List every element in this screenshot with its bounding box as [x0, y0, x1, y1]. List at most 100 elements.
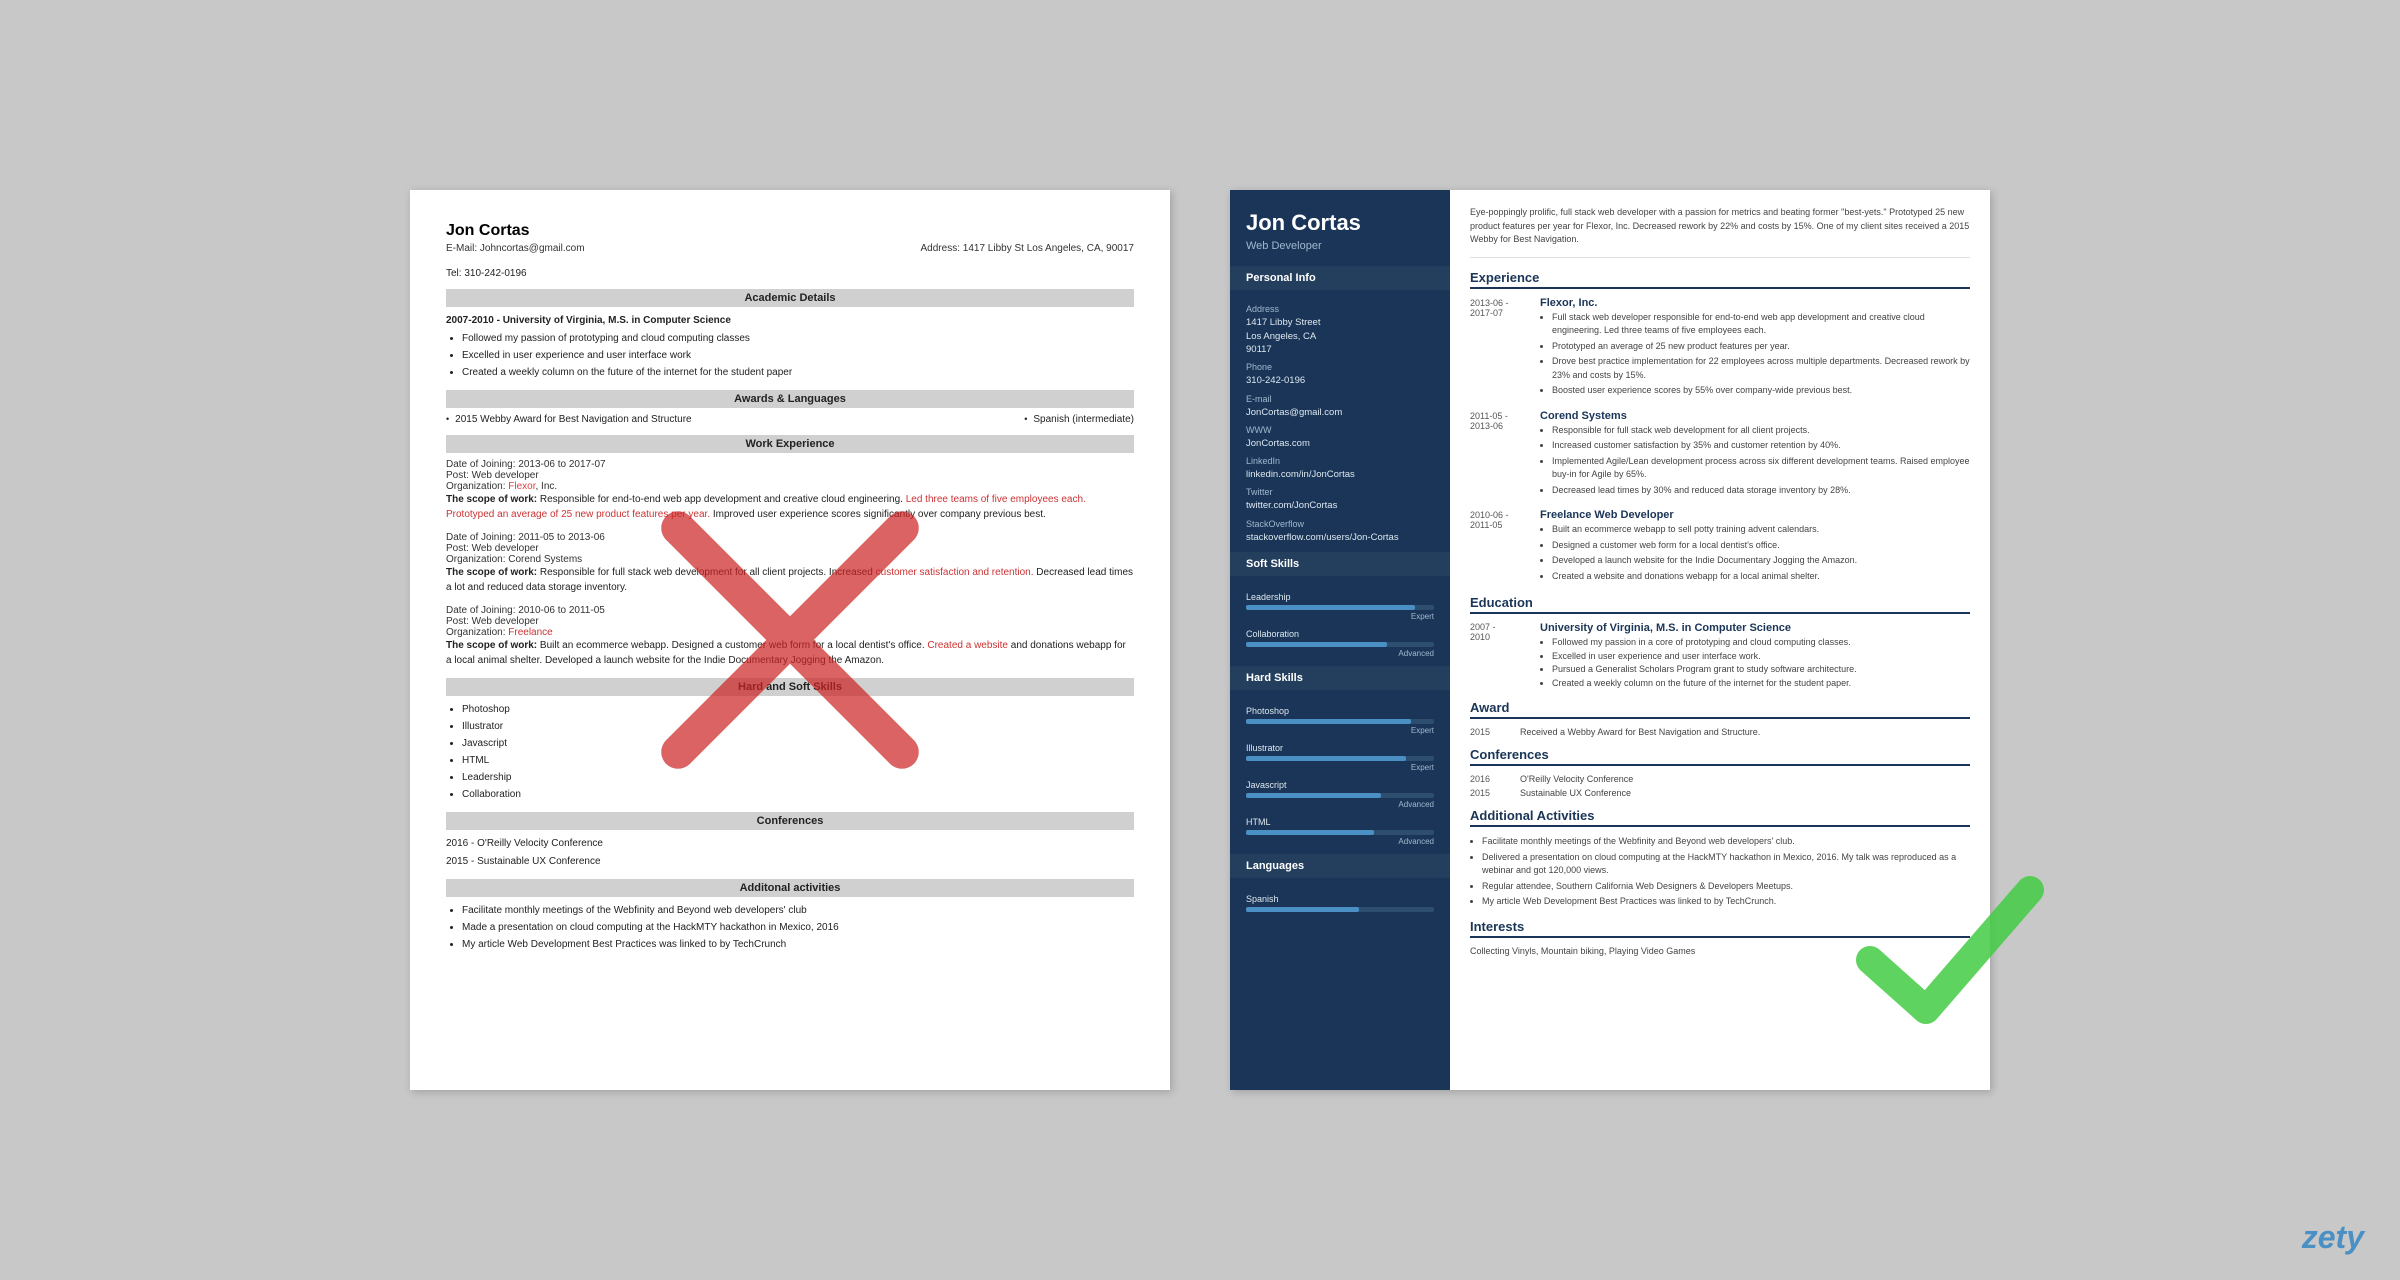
sidebar-skill-illustrator-bar-bg — [1246, 756, 1434, 761]
sidebar-www-label: WWW — [1246, 425, 1434, 435]
sidebar-skill-leadership-bar-fill — [1246, 605, 1415, 610]
main-summary: Eye-poppingly prolific, full stack web d… — [1470, 206, 1970, 258]
exp-entry-2: 2011-05 -2013-06 Corend Systems Responsi… — [1470, 410, 1970, 500]
activity-2: Delivered a presentation on cloud comput… — [1482, 851, 1970, 878]
sidebar-linkedin-value: linkedin.com/in/JonCortas — [1246, 468, 1434, 481]
plain-skill-3: Javascript — [462, 736, 1134, 751]
sidebar-skill-photoshop-label: Photoshop — [1246, 706, 1434, 716]
activities-section: Additional Activities Facilitate monthly… — [1470, 808, 1970, 909]
exp-company-3: Freelance Web Developer — [1540, 509, 1970, 521]
sidebar-skill-javascript-bar-fill — [1246, 793, 1381, 798]
experience-title: Experience — [1470, 270, 1970, 289]
activities-title: Additional Activities — [1470, 808, 1970, 827]
plain-work-entry-2: Date of Joining: 2011-05 to 2013-06 Post… — [446, 532, 1134, 595]
exp-company-1: Flexor, Inc. — [1540, 297, 1970, 309]
plain-work-org-1: Organization: Flexor, Inc. — [446, 481, 1134, 492]
exp-bullet-3-1: Built an ecommerce webapp to sell potty … — [1552, 523, 1970, 537]
sidebar-hard-skills-content: Photoshop Expert Illustrator Expert Java… — [1230, 690, 1450, 854]
sidebar-lang-spanish-bar-fill — [1246, 907, 1359, 912]
exp-bullet-2-4: Decreased lead times by 30% and reduced … — [1552, 484, 1970, 498]
award-title: Award — [1470, 700, 1970, 719]
activity-4: My article Web Development Best Practice… — [1482, 895, 1970, 909]
sidebar-skill-html-level: Advanced — [1246, 837, 1434, 846]
sidebar-languages-content: Spanish — [1230, 878, 1450, 922]
edu-bullet-1-2: Excelled in user experience and user int… — [1552, 650, 1970, 664]
sidebar-email-value: JonCortas@gmail.com — [1246, 406, 1434, 419]
sidebar-skill-html-bar-fill — [1246, 830, 1374, 835]
edu-entry-1: 2007 -2010 University of Virginia, M.S. … — [1470, 622, 1970, 690]
conf-entry-2: 2015 Sustainable UX Conference — [1470, 788, 1970, 798]
plain-activity-2: Made a presentation on cloud computing a… — [462, 920, 1134, 935]
conf-year-1: 2016 — [1470, 774, 1520, 784]
edu-bullets-1: Followed my passion in a core of prototy… — [1540, 636, 1970, 690]
sidebar-personal-content: Address 1417 Libby StreetLos Angeles, CA… — [1230, 290, 1450, 552]
exp-details-3: Freelance Web Developer Built an ecommer… — [1540, 509, 1970, 585]
exp-bullet-3-4: Created a website and donations webapp f… — [1552, 570, 1970, 584]
interests-section: Interests Collecting Vinyls, Mountain bi… — [1470, 919, 1970, 956]
sidebar-name: Jon Cortas — [1246, 210, 1434, 236]
edu-details-1: University of Virginia, M.S. in Computer… — [1540, 622, 1970, 690]
award-year-1: 2015 — [1470, 727, 1520, 737]
interests-title: Interests — [1470, 919, 1970, 938]
plain-skill-6: Collaboration — [462, 787, 1134, 802]
plain-awards-row: • 2015 Webby Award for Best Navigation a… — [446, 414, 1134, 425]
plain-skill-2: Illustrator — [462, 719, 1134, 734]
exp-dates-1: 2013-06 -2017-07 — [1470, 297, 1540, 400]
sidebar-address-label: Address — [1246, 304, 1434, 314]
sidebar-skill-illustrator-label: Illustrator — [1246, 743, 1434, 753]
conf-title: Conferences — [1470, 747, 1970, 766]
sidebar-skill-photoshop-bar-fill — [1246, 719, 1411, 724]
main-content: Eye-poppingly prolific, full stack web d… — [1450, 190, 1990, 1090]
activity-3: Regular attendee, Southern California We… — [1482, 880, 1970, 894]
exp-bullet-1-1: Full stack web developer responsible for… — [1552, 311, 1970, 338]
plain-work-entry-3: Date of Joining: 2010-06 to 2011-05 Post… — [446, 605, 1134, 668]
sidebar-twitter-label: Twitter — [1246, 487, 1434, 497]
plain-work-post-3: Post: Web developer — [446, 616, 1134, 627]
sidebar-lang-spanish-label: Spanish — [1246, 894, 1434, 904]
conf-entry-1: 2016 O'Reilly Velocity Conference — [1470, 774, 1970, 784]
edu-bullet-1-3: Pursued a Generalist Scholars Program gr… — [1552, 663, 1970, 677]
plain-skill-1: Photoshop — [462, 702, 1134, 717]
sidebar-skill-collaboration-bar-bg — [1246, 642, 1434, 647]
sidebar-skill-html-bar-bg — [1246, 830, 1434, 835]
plain-academic-entry: 2007-2010 - University of Virginia, M.S.… — [446, 313, 1134, 328]
sidebar-skill-collaboration-label: Collaboration — [1246, 629, 1434, 639]
exp-bullet-1-3: Drove best practice implementation for 2… — [1552, 355, 1970, 382]
sidebar-stackoverflow-value: stackoverflow.com/users/Jon-Cortas — [1246, 531, 1434, 544]
plain-work-post-1: Post: Web developer — [446, 470, 1134, 481]
plain-work-date-1: Date of Joining: 2013-06 to 2017-07 — [446, 459, 1134, 470]
exp-dates-3: 2010-06 -2011-05 — [1470, 509, 1540, 585]
sidebar-phone-label: Phone — [1246, 362, 1434, 372]
sidebar-linkedin-label: LinkedIn — [1246, 456, 1434, 466]
plain-activities-list: Facilitate monthly meetings of the Webfi… — [446, 903, 1134, 952]
plain-name: Jon Cortas — [446, 222, 1134, 240]
plain-academic-bullets: Followed my passion of prototyping and c… — [446, 331, 1134, 380]
award-text-1: Received a Webby Award for Best Navigati… — [1520, 727, 1970, 737]
sidebar-skill-leadership-level: Expert — [1246, 612, 1434, 621]
plain-work-date-3: Date of Joining: 2010-06 to 2011-05 — [446, 605, 1134, 616]
sidebar-skill-javascript-level: Advanced — [1246, 800, 1434, 809]
plain-conf-2: 2015 - Sustainable UX Conference — [446, 854, 1134, 869]
plain-activity-3: My article Web Development Best Practice… — [462, 937, 1134, 952]
plain-work-org-2: Organization: Corend Systems — [446, 554, 1134, 565]
plain-academic-header: Academic Details — [446, 289, 1134, 307]
zety-logo: zety — [2302, 1219, 2364, 1256]
sidebar-skill-leadership-bar-bg — [1246, 605, 1434, 610]
plain-work-entry-1: Date of Joining: 2013-06 to 2017-07 Post… — [446, 459, 1134, 522]
education-section: Education 2007 -2010 University of Virgi… — [1470, 595, 1970, 690]
award-entry-1: 2015 Received a Webby Award for Best Nav… — [1470, 727, 1970, 737]
sidebar-personal-title: Personal Info — [1230, 266, 1450, 290]
exp-bullets-3: Built an ecommerce webapp to sell potty … — [1540, 523, 1970, 583]
plain-academic-bullet-2: Excelled in user experience and user int… — [462, 348, 1134, 363]
edu-bullet-1-1: Followed my passion in a core of prototy… — [1552, 636, 1970, 650]
exp-bullet-2-2: Increased customer satisfaction by 35% a… — [1552, 439, 1970, 453]
plain-work-post-2: Post: Web developer — [446, 543, 1134, 554]
plain-contact: E-Mail: Johncortas@gmail.com Address: 14… — [446, 243, 1134, 254]
edu-dates-1: 2007 -2010 — [1470, 622, 1540, 690]
modern-resume: Jon Cortas Web Developer Personal Info A… — [1230, 190, 1990, 1090]
plain-work-date-2: Date of Joining: 2011-05 to 2013-06 — [446, 532, 1134, 543]
sidebar-header: Jon Cortas Web Developer — [1230, 190, 1450, 266]
plain-skills-list: Photoshop Illustrator Javascript HTML Le… — [446, 702, 1134, 802]
award-section: Award 2015 Received a Webby Award for Be… — [1470, 700, 1970, 737]
plain-awards-header: Awards & Languages — [446, 390, 1134, 408]
